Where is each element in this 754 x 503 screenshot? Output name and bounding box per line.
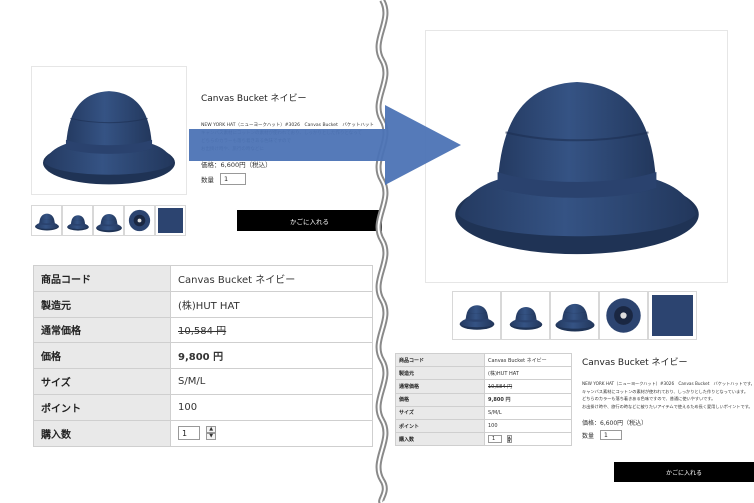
spec-table: 商品コード Canvas Bucket ネイビー 製造元 (株)HUT HAT 通常… xyxy=(33,265,373,447)
table-row: 購入数 1 ▲ ▼ xyxy=(395,432,572,447)
table-row: ポイント 100 xyxy=(395,418,572,434)
description-line: NEW YORK HAT（ニューヨークハット）#3026 Canvas Buck… xyxy=(582,381,752,386)
thumbnail-5[interactable] xyxy=(648,291,697,340)
quantity-input[interactable]: 1 xyxy=(178,426,200,441)
product-title: Canvas Bucket ネイビー xyxy=(201,94,307,104)
thumbnail-4[interactable] xyxy=(599,291,648,340)
row-value: 100 xyxy=(170,393,373,421)
row-label: 製造元 xyxy=(33,290,171,318)
quantity-input[interactable]: 1 xyxy=(600,430,623,440)
stepper-down-icon[interactable]: ▼ xyxy=(506,439,512,444)
thumbnail-3[interactable] xyxy=(550,291,599,340)
row-label: ポイント xyxy=(33,393,171,421)
thumbnail-2[interactable] xyxy=(62,205,93,236)
sale-price: 9,800 円 xyxy=(484,392,572,407)
table-row: 製造元 (株)HUT HAT xyxy=(33,290,373,318)
row-label: 製造元 xyxy=(395,366,485,381)
row-label: 通常価格 xyxy=(395,379,485,394)
hat-thumbnail xyxy=(509,306,543,331)
row-value: S/M/L xyxy=(170,368,373,395)
regular-price: 10,584 円 xyxy=(484,379,572,394)
row-label: 商品コード xyxy=(33,265,171,292)
table-row: 通常価格 10,584 円 xyxy=(395,379,572,394)
hat-inside-thumbnail xyxy=(128,209,151,232)
add-to-cart-button[interactable]: かごに入れる xyxy=(614,462,754,482)
product-title: Canvas Bucket ネイビー xyxy=(582,358,688,368)
quantity-stepper[interactable]: ▲ ▼ xyxy=(206,426,217,441)
description-line: どちらのカラーも落ち着きある色味ですので、普通に使いやすいです。 xyxy=(582,396,716,401)
row-label: 購入数 xyxy=(395,432,485,447)
table-row: サイズ S/M/L xyxy=(395,405,572,420)
row-value: (株)HUT HAT xyxy=(484,366,572,381)
row-value: 100 xyxy=(484,418,572,434)
main-product-image[interactable] xyxy=(31,66,187,195)
row-label: ポイント xyxy=(395,418,485,434)
row-label: サイズ xyxy=(395,405,485,420)
row-value: S/M/L xyxy=(484,405,572,420)
sale-price: 9,800 円 xyxy=(170,342,373,370)
stepper-down-icon[interactable]: ▼ xyxy=(206,433,217,441)
row-value: (株)HUT HAT xyxy=(170,290,373,318)
thumbnail-1[interactable] xyxy=(31,205,62,236)
spec-table: 商品コード Canvas Bucket ネイビー 製造元 (株)HUT HAT 通常… xyxy=(395,352,572,447)
table-row: 購入数 1 ▲ ▼ xyxy=(33,419,373,447)
table-row: 通常価格 10,584 円 xyxy=(33,316,373,344)
quantity-cell: 1 ▲ ▼ xyxy=(170,419,373,447)
fabric-thumbnail xyxy=(158,208,183,233)
stepper-up-icon[interactable]: ▲ xyxy=(206,426,217,434)
thumbnail-2[interactable] xyxy=(501,291,550,340)
thumbnail-1[interactable] xyxy=(452,291,501,340)
hat-thumbnail xyxy=(555,303,595,332)
hat-main-image xyxy=(42,90,176,185)
thumbnail-5[interactable] xyxy=(155,205,186,236)
description-line: お出掛け時や、旅行の時などに被りたいアイテムで使えるため長く愛用しいポイントです… xyxy=(582,403,752,409)
description-line: キャンバス素材にコットンの素材が使われており、しっかりとした作りとなっています。 xyxy=(582,388,749,394)
quantity-input[interactable]: 1 xyxy=(488,435,502,444)
row-label: 購入数 xyxy=(33,419,171,447)
thumbnail-list xyxy=(31,205,186,236)
quantity-cell: 1 ▲ ▼ xyxy=(484,432,572,447)
wavy-divider xyxy=(375,0,389,503)
row-value: Canvas Bucket ネイビー xyxy=(170,265,373,292)
hat-thumbnail xyxy=(96,213,122,233)
add-to-cart-button[interactable]: かごに入れる xyxy=(237,210,382,231)
hat-thumbnail xyxy=(34,213,60,231)
product-description: NEW YORK HAT（ニューヨークハット）#3026 Canvas Buck… xyxy=(582,380,752,410)
table-row: 商品コード Canvas Bucket ネイビー xyxy=(395,352,572,368)
row-value: Canvas Bucket ネイビー xyxy=(484,352,572,368)
right-arrow xyxy=(189,105,461,185)
thumbnail-3[interactable] xyxy=(93,205,124,236)
hat-thumbnail xyxy=(459,305,495,330)
row-label: 商品コード xyxy=(395,352,485,368)
row-label: サイズ xyxy=(33,368,171,395)
quantity-label: 数量 xyxy=(582,432,595,440)
table-row: 商品コード Canvas Bucket ネイビー xyxy=(33,265,373,292)
main-product-image[interactable] xyxy=(425,30,728,283)
table-row: ポイント 100 xyxy=(33,393,373,421)
regular-price: 10,584 円 xyxy=(170,316,373,344)
thumbnail-4[interactable] xyxy=(124,205,155,236)
hat-inside-thumbnail xyxy=(606,298,641,333)
table-row: サイズ S/M/L xyxy=(33,368,373,395)
row-label: 通常価格 xyxy=(33,316,171,344)
quantity-stepper[interactable]: ▲ ▼ xyxy=(506,435,512,444)
before-panel: Canvas Bucket ネイビー NEW YORK HAT（ニューヨークハッ… xyxy=(0,0,382,503)
row-label: 価格 xyxy=(33,342,171,370)
thumbnail-list xyxy=(452,291,697,340)
quantity-row: 数量 1 xyxy=(582,430,623,440)
price-text: 価格：6,600円（税込） xyxy=(582,420,648,427)
row-label: 価格 xyxy=(395,392,485,407)
hat-main-image xyxy=(454,81,700,256)
hat-thumbnail xyxy=(67,215,89,231)
table-row: 価格 9,800 円 xyxy=(33,342,373,370)
table-row: 製造元 (株)HUT HAT xyxy=(395,366,572,381)
after-panel: 商品コード Canvas Bucket ネイビー 製造元 (株)HUT HAT 通常… xyxy=(382,0,754,503)
table-row: 価格 9,800 円 xyxy=(395,392,572,407)
fabric-thumbnail xyxy=(652,295,693,336)
